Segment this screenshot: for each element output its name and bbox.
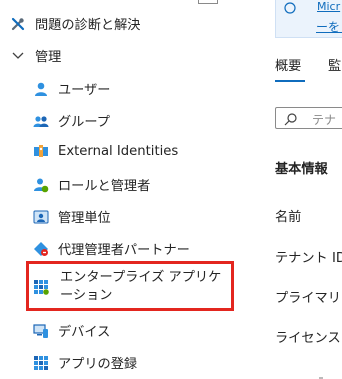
nav-item-label: External Identities (58, 143, 179, 159)
scroll-stub (198, 0, 218, 4)
nav-item-label: ロールと管理者 (58, 179, 151, 194)
nav-item-label: 管理単位 (58, 211, 111, 226)
wrench-icon (10, 16, 26, 32)
section-title: 基本情報 (275, 162, 328, 177)
nav-item-label: ユーザー (58, 83, 111, 98)
nav-item-admin-units[interactable]: 管理単位 (33, 207, 111, 226)
nav-item-label: アプリの登録 (58, 357, 138, 372)
nav-item-label: 問題の診断と解決 (35, 18, 141, 33)
search-icon (284, 111, 298, 126)
banner-link[interactable]: Micr (317, 0, 340, 13)
group-icon (33, 113, 49, 129)
nav-item-enterprise-apps[interactable] (33, 279, 49, 295)
external-identities-icon (33, 143, 49, 159)
nav-item-label: 代理管理者パートナー (58, 243, 190, 258)
field-label-tenant-id: テナント ID (275, 251, 342, 266)
main-pane: Micr ーをま 概要 監 テナ 基本情報 名前 テナント ID プライマリ ラ… (258, 0, 342, 379)
search-input[interactable]: テナ (275, 107, 342, 129)
nav-item-label: グループ (58, 115, 110, 130)
nav-item-devices[interactable]: デバイス (33, 321, 110, 340)
field-label-name: 名前 (275, 210, 302, 225)
nav-item-roles-admins[interactable]: ロールと管理者 (33, 175, 150, 194)
tab-selected-indicator (275, 80, 305, 82)
nav-item-groups[interactable]: グループ (33, 111, 110, 130)
nav-item-app-registrations[interactable]: アプリの登録 (33, 353, 137, 372)
nav-item-label: デバイス (58, 325, 111, 340)
field-label-primary: プライマリ (275, 291, 341, 306)
nav-item-diagnose-solve[interactable]: 問題の診断と解決 (10, 14, 141, 33)
nav-group-manage[interactable]: 管理 (10, 46, 61, 65)
device-icon (33, 323, 49, 339)
nav-group-label: 管理 (35, 50, 62, 65)
enterprise-apps-icon (33, 279, 49, 295)
info-icon (284, 0, 296, 14)
chevron-down-icon (10, 48, 26, 64)
partner-icon (33, 241, 49, 257)
tab-overview[interactable]: 概要 (275, 55, 301, 74)
nav-item-users[interactable]: ユーザー (33, 79, 111, 98)
sidebar-nav: 問題の診断と解決 管理 ユーザー グループ External Identitie… (0, 0, 258, 379)
tab-monitoring[interactable]: 監 (328, 55, 341, 74)
app-registrations-icon (33, 355, 49, 371)
nav-item-label: エンタープライズ アプリケーション (60, 270, 222, 303)
banner-link[interactable]: ーをま (316, 18, 342, 35)
user-icon (33, 81, 49, 97)
field-label-license: ライセンス (275, 331, 341, 346)
admin-unit-icon (33, 209, 49, 225)
nav-item-external-identities[interactable]: External Identities (33, 143, 178, 159)
user-role-icon (33, 177, 49, 193)
search-placeholder: テナ (312, 113, 337, 127)
nav-item-delegated-admin-partners[interactable]: 代理管理者パートナー (33, 239, 190, 258)
